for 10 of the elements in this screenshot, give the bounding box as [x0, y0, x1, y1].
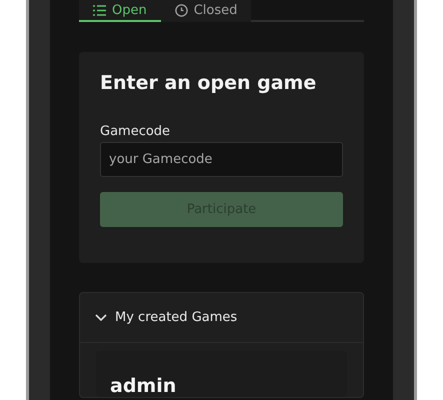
clock-icon	[174, 4, 188, 16]
chevron-icon	[95, 314, 107, 322]
gamecode-field[interactable]: your Gamecode	[100, 142, 343, 177]
field-label: Gamecode	[100, 124, 172, 139]
card-title: Enter an open game	[100, 72, 318, 94]
tab[interactable]: Open	[79, 0, 161, 22]
game-owner: admin	[110, 375, 178, 397]
tab[interactable]: Closed	[160, 0, 252, 22]
accordion-header[interactable]: My created Games	[80, 293, 363, 343]
list-icon	[93, 4, 106, 16]
